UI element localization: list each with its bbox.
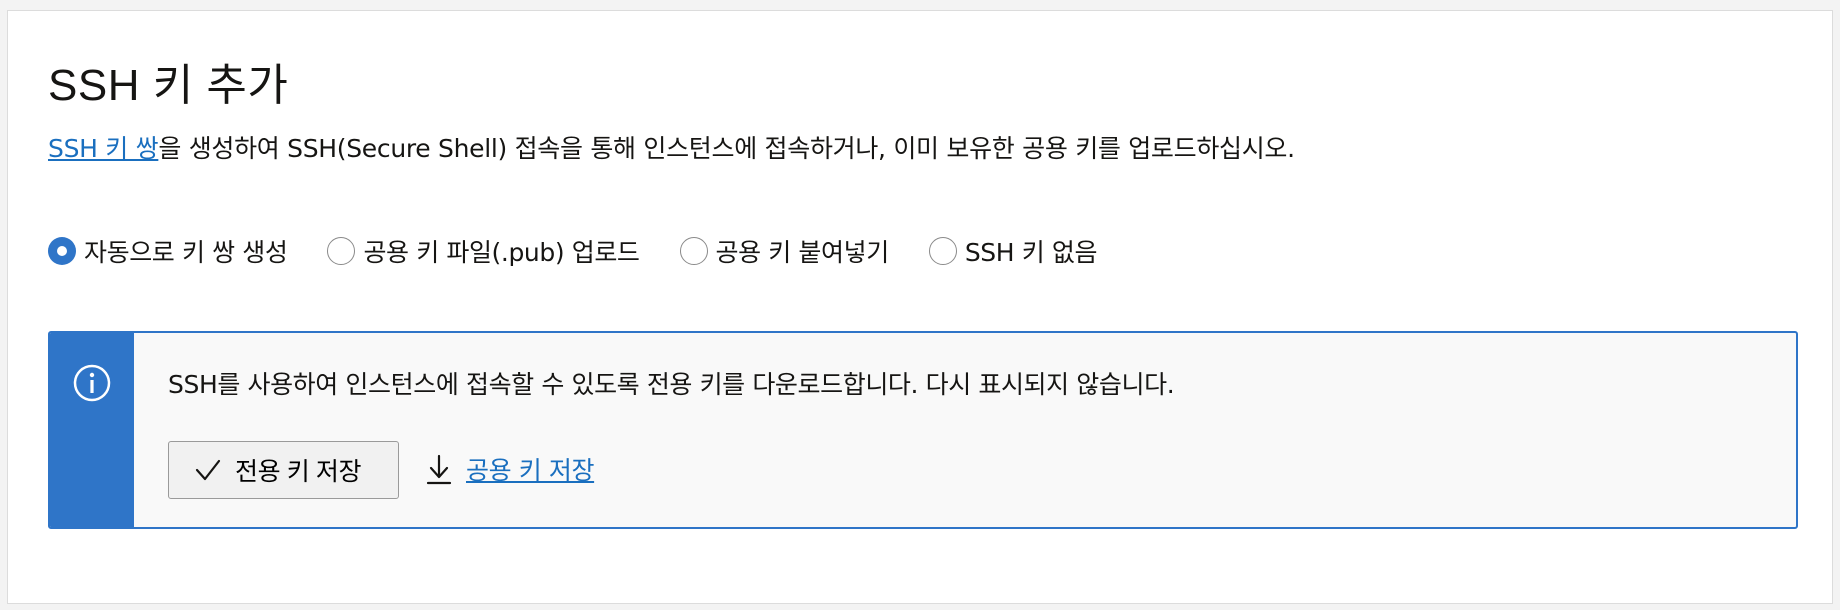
radio-indicator[interactable] — [928, 237, 957, 265]
radio-upload-public-key-file[interactable]: 공용 키 파일(.pub) 업로드 — [327, 233, 640, 269]
radio-label: 자동으로 키 쌍 생성 — [84, 238, 288, 267]
add-ssh-keys-panel: SSH 키 추가 SSH 키 쌍을 생성하여 SSH(Secure Shell)… — [7, 10, 1833, 604]
info-message-text: SSH를 사용하여 인스턴스에 접속할 수 있도록 전용 키를 다운로드합니다.… — [168, 370, 1175, 399]
section-title: SSH 키 추가 — [48, 61, 289, 110]
save-private-key-label: 전용 키 저장 — [235, 458, 362, 486]
section-description: SSH 키 쌍을 생성하여 SSH(Secure Shell) 접속을 통해 인… — [48, 131, 1295, 167]
check-icon — [195, 459, 221, 481]
save-public-key-link[interactable]: 공용 키 저장 — [424, 451, 595, 487]
info-message-box: SSH를 사용하여 인스턴스에 접속할 수 있도록 전용 키를 다운로드합니다.… — [48, 331, 1798, 529]
save-private-key-button[interactable]: 전용 키 저장 — [168, 441, 399, 499]
info-sidebar — [50, 333, 134, 527]
save-public-key-label: 공용 키 저장 — [466, 456, 595, 485]
download-icon — [426, 454, 452, 485]
ssh-key-option-group: 자동으로 키 쌍 생성 공용 키 파일(.pub) 업로드 공용 키 붙여넣기 … — [48, 233, 1137, 269]
radio-selected-indicator[interactable] — [48, 237, 76, 265]
radio-label: 공용 키 붙여넣기 — [715, 238, 890, 267]
radio-no-ssh-keys[interactable]: SSH 키 없음 — [928, 233, 1098, 269]
radio-paste-public-key[interactable]: 공용 키 붙여넣기 — [679, 233, 890, 269]
ssh-key-pair-link[interactable]: SSH 키 쌍 — [48, 134, 159, 163]
info-icon — [73, 364, 111, 402]
radio-label: SSH 키 없음 — [964, 238, 1098, 267]
radio-indicator[interactable] — [327, 237, 356, 265]
radio-indicator[interactable] — [679, 237, 708, 265]
radio-label: 공용 키 파일(.pub) 업로드 — [363, 238, 640, 267]
description-text: 을 생성하여 SSH(Secure Shell) 접속을 통해 인스턴스에 접속… — [158, 134, 1295, 163]
radio-generate-key-pair[interactable]: 자동으로 키 쌍 생성 — [48, 233, 288, 269]
